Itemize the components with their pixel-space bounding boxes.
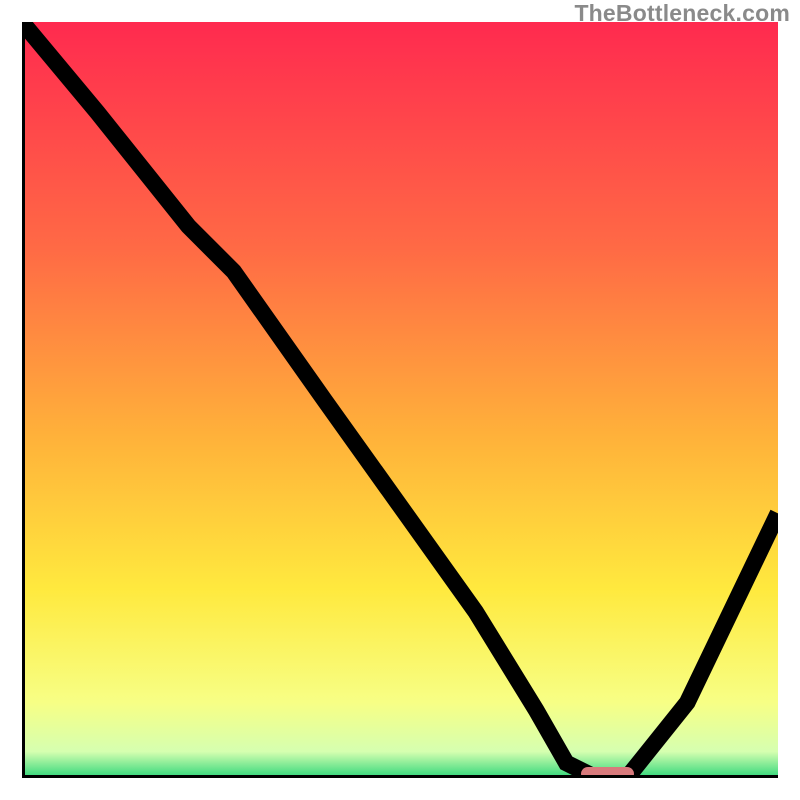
x-axis [22, 775, 778, 778]
chart-container: TheBottleneck.com [0, 0, 800, 800]
plot-area [22, 22, 778, 778]
y-axis [22, 22, 25, 778]
background-gradient [22, 22, 778, 778]
